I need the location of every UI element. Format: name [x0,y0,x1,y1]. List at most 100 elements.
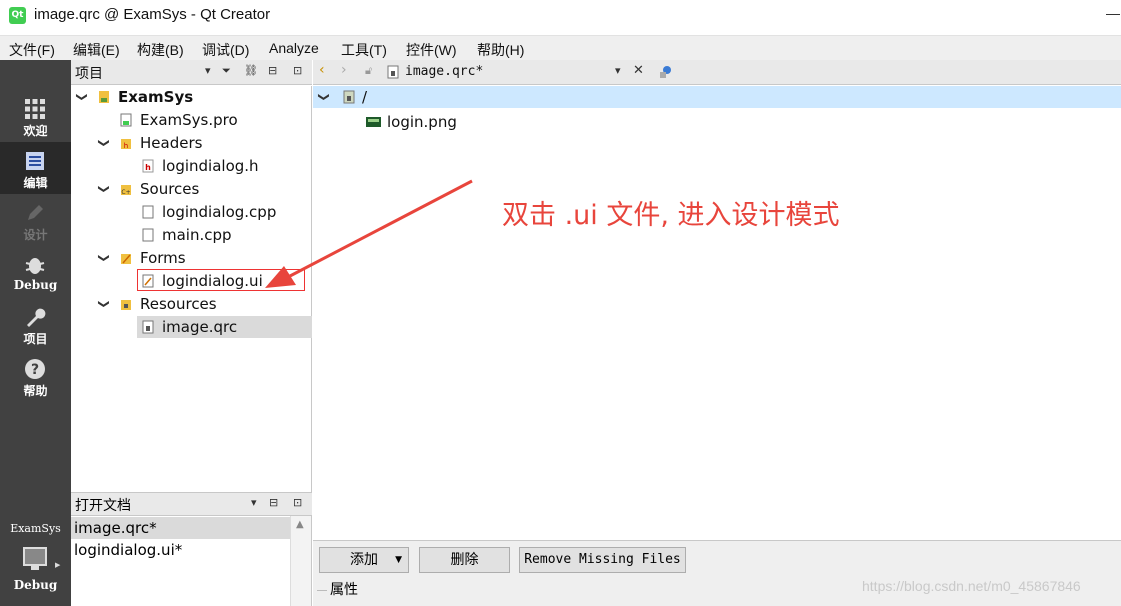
resource-editor-tree: ❯ / login.png [313,86,1121,540]
resource-file-login-png[interactable]: login.png [387,111,457,133]
add-button-label: 添加 [350,552,378,568]
tree-item-logindialog-cpp[interactable]: logindialog.cpp [162,201,276,223]
sources-folder-icon: C+ [121,185,131,196]
tree-item-image-qrc[interactable]: image.qrc [162,316,237,338]
help-icon: ? [25,359,45,379]
filter-icon[interactable]: ⏷ [222,64,231,78]
pencil-icon [28,205,43,220]
cpp-file-icon [142,228,154,242]
minimize-icon[interactable] [1106,14,1120,15]
tree-folder-sources[interactable]: Sources [140,178,199,200]
mode-projects[interactable]: 项目 [0,298,71,350]
mode-help[interactable]: ? 帮助 [0,350,71,402]
menu-analyze[interactable]: Analyze [269,40,319,56]
chevron-down-icon[interactable]: ❯ [71,92,93,101]
mode-label: 欢迎 [23,124,48,138]
lock-icon: 🔓︎ [365,64,373,77]
close-panel-icon[interactable]: ⊡ [293,64,302,77]
svg-text:h: h [145,163,151,172]
menu-help[interactable]: 帮助(H) [477,40,524,60]
forms-folder-icon [121,254,131,264]
tree-root-examsys[interactable]: ExamSys [118,86,193,108]
open-documents-list: image.qrc* logindialog.ui* ▲ [71,516,312,606]
menu-build[interactable]: 构建(B) [137,40,184,60]
wrench-icon [27,308,46,327]
watermark: https://blog.csdn.net/m0_45867846 [862,578,1081,594]
monitor-stand-icon [31,566,39,570]
project-icon [99,91,109,103]
qrc-file-icon [387,65,399,79]
mode-label: 帮助 [23,384,48,398]
open-documents-title[interactable]: 打开文档 [75,495,131,515]
tree-item-main-cpp[interactable]: main.cpp [162,224,232,246]
qrc-prefix-icon [343,90,355,104]
qrc-file-icon [142,320,154,334]
split-icon[interactable]: ⊟ [269,496,278,509]
forward-arrow-icon[interactable]: › [341,62,347,78]
chevron-down-icon[interactable]: ❯ [93,184,115,193]
scrollbar[interactable]: ▲ [290,516,311,606]
svg-text:C+: C+ [121,189,130,196]
grid-icon [25,99,45,119]
open-doc-logindialog-ui[interactable]: logindialog.ui* [74,539,182,561]
editor-toolbar: ‹ › 🔓︎ image.qrc* ▾ ✕ [313,60,1121,85]
chevron-down-icon[interactable]: ❯ [93,138,115,147]
dropdown-arrow-icon: ▼ [395,555,402,565]
mode-debug[interactable]: Debug [0,246,71,298]
menu-tools[interactable]: 工具(T) [341,40,387,60]
kit-name: ExamSys [10,522,61,535]
close-panel-icon[interactable]: ⊡ [293,496,302,509]
close-document-icon[interactable]: ✕ [633,63,644,78]
add-dropdown-button[interactable]: 添加 ▼ [319,547,409,573]
split-icon[interactable]: ⊟ [268,64,277,77]
chevron-down-icon[interactable]: ❯ [93,299,115,308]
scroll-up-icon[interactable]: ▲ [296,519,304,530]
menu-controls[interactable]: 控件(W) [406,40,457,60]
back-arrow-icon[interactable]: ‹ [319,62,325,78]
project-panel-title[interactable]: 项目 [75,63,103,83]
project-tree: ❯ ExamSys ExamSys.pro ❯ h Headers h logi… [71,86,312,492]
tree-item-logindialog-ui[interactable]: logindialog.ui [162,270,263,292]
tree-folder-forms[interactable]: Forms [140,247,186,269]
tree-folder-headers[interactable]: Headers [140,132,202,154]
resource-prefix-row[interactable]: ❯ / [313,86,1121,108]
mode-design[interactable]: 设计 [0,194,71,246]
tree-item-logindialog-h[interactable]: logindialog.h [162,155,259,177]
remove-missing-files-button[interactable]: Remove Missing Files [519,547,686,573]
open-doc-image-qrc[interactable]: image.qrc* [74,517,157,539]
headers-folder-icon: h [121,139,131,150]
resource-buttons-area: 添加 ▼ 删除 Remove Missing Files 属性 [313,540,1121,606]
tree-item-pro-file[interactable]: ExamSys.pro [140,109,238,131]
pro-file-icon [120,113,132,127]
resource-prefix: / [362,88,368,106]
chevron-down-icon[interactable]: ❯ [93,253,115,262]
window-title: image.qrc @ ExamSys - Qt Creator [34,6,271,23]
menu-bar: 文件(F) 编辑(E) 构建(B) 调试(D) Analyze 工具(T) 控件… [0,35,1121,60]
menu-debug[interactable]: 调试(D) [202,40,249,60]
editor-file-name[interactable]: image.qrc* [405,64,483,79]
kit-selector-arrow-icon[interactable]: ▶ [55,561,60,569]
tree-folder-resources[interactable]: Resources [140,293,217,315]
dropdown-arrow-icon[interactable]: ▾ [615,64,621,77]
remove-button[interactable]: 删除 [419,547,510,573]
title-bar: Qt image.qrc @ ExamSys - Qt Creator [0,0,1121,33]
header-file-icon: h [142,159,154,173]
link-icon[interactable]: ⛓ [244,64,258,77]
chevron-down-icon[interactable]: ❯ [313,92,335,101]
group-box-line [317,590,327,591]
ui-file-icon [142,274,154,288]
svg-text:h: h [124,142,128,150]
split-editor-icon[interactable] [658,65,672,79]
cpp-file-icon [142,205,154,219]
dropdown-arrow-icon[interactable]: ▾ [205,64,211,77]
bug-icon [25,258,45,274]
menu-edit[interactable]: 编辑(E) [73,40,120,60]
dropdown-arrow-icon[interactable]: ▾ [251,496,257,509]
mode-welcome[interactable]: 欢迎 [0,90,71,142]
resources-folder-icon [121,300,131,310]
open-documents-header: 打开文档 ▾ ⊟ ⊡ [71,492,312,516]
monitor-icon[interactable] [23,547,47,566]
menu-file[interactable]: 文件(F) [9,40,55,60]
annotation-text: 双击 .ui 文件, 进入设计模式 [502,200,840,231]
mode-edit[interactable]: 编辑 [0,142,71,194]
